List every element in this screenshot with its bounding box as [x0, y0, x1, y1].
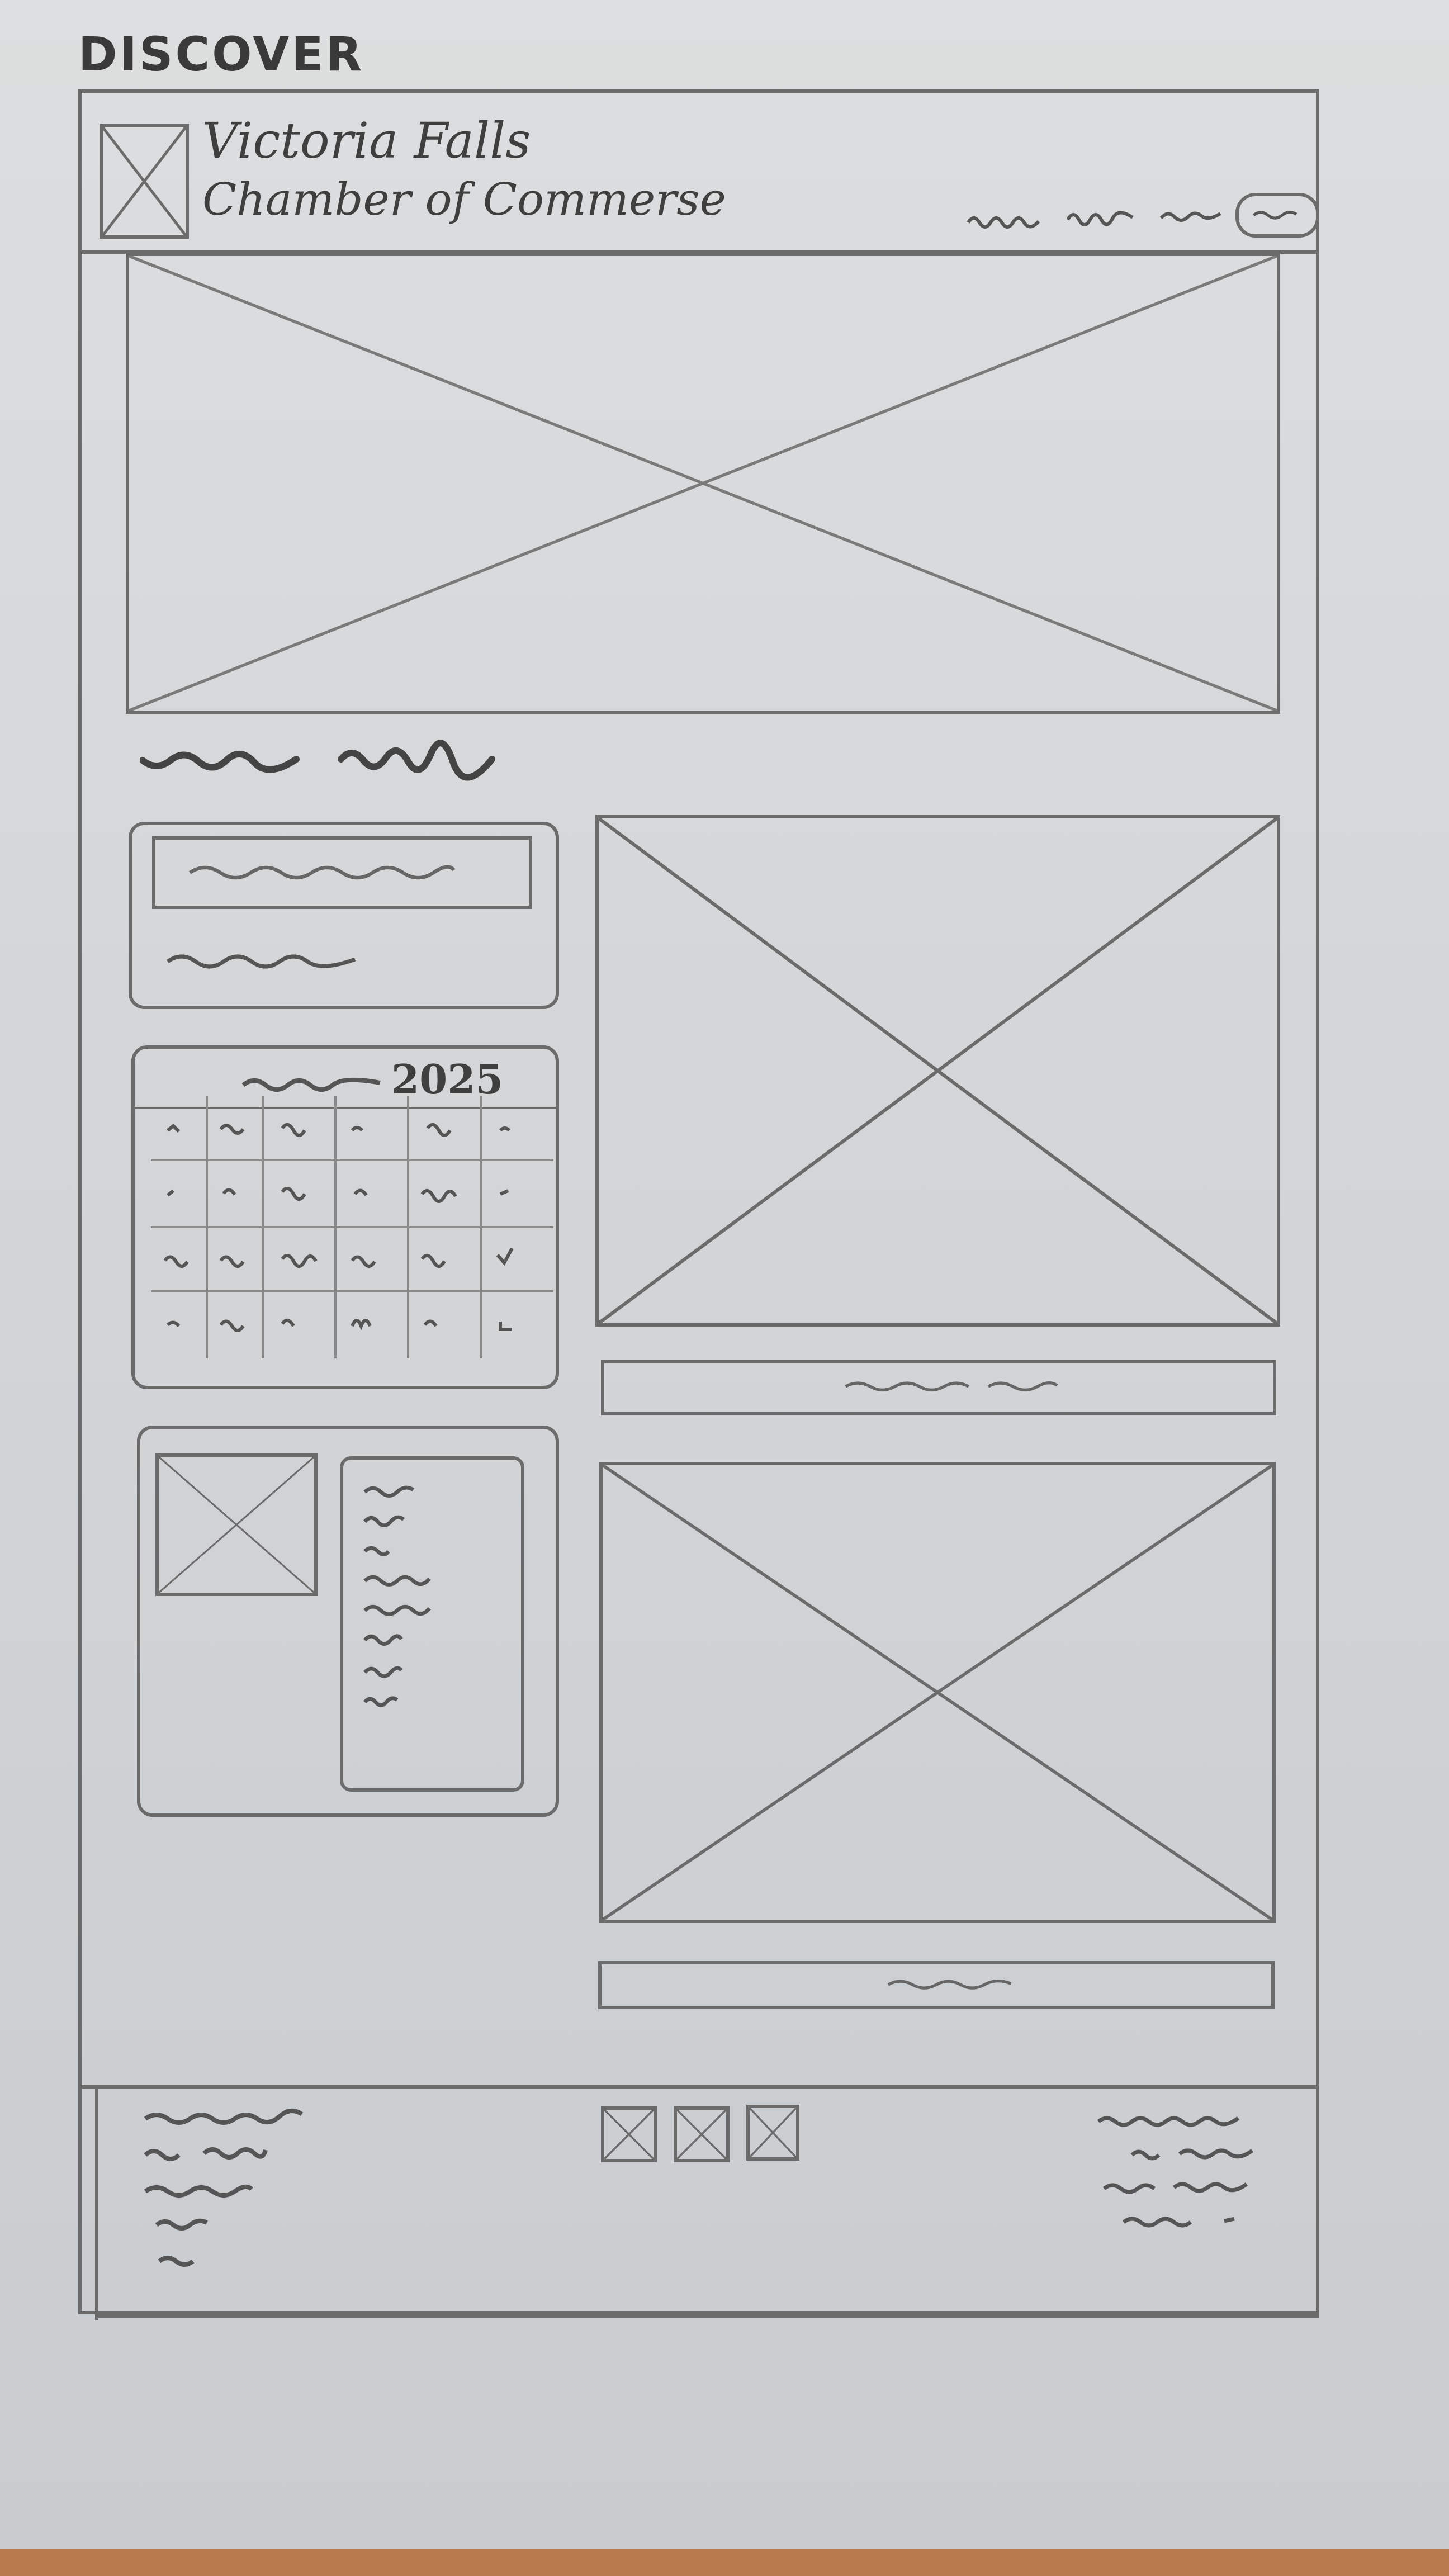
featured-image-1[interactable]	[595, 815, 1280, 1327]
footer-divider	[78, 2085, 1319, 2089]
section-heading	[140, 738, 498, 783]
social-icon-2[interactable]	[674, 2106, 730, 2162]
table-edge	[0, 2549, 1449, 2576]
search-input[interactable]	[152, 836, 532, 909]
featured-caption-2[interactable]	[598, 1961, 1275, 2009]
hero-image	[126, 253, 1280, 714]
logo-icon[interactable]	[100, 124, 189, 239]
info-card-image	[155, 1453, 318, 1596]
footer-bottom	[95, 2314, 1319, 2318]
info-card-list[interactable]	[340, 1456, 524, 1792]
nav-link-1[interactable]	[967, 207, 1040, 229]
menu-button[interactable]	[1235, 193, 1319, 238]
nav-link-2[interactable]	[1067, 204, 1134, 226]
org-name-line1: Victoria Falls	[202, 112, 531, 169]
social-icon-1[interactable]	[601, 2106, 657, 2162]
footer-links-left[interactable]	[143, 2102, 366, 2281]
org-name-line2: Chamber of Commerse	[202, 173, 726, 225]
calendar-grid[interactable]	[151, 1096, 553, 1358]
search-submit-link[interactable]	[165, 945, 366, 978]
footer-left-edge	[95, 2085, 98, 2320]
featured-caption-1[interactable]	[601, 1360, 1276, 1415]
nav-link-3[interactable]	[1160, 202, 1221, 225]
page-title: DISCOVER	[78, 27, 364, 82]
social-icon-3[interactable]	[746, 2105, 799, 2161]
featured-image-2[interactable]	[599, 1462, 1276, 1923]
calendar-month	[240, 1065, 386, 1098]
footer-contact-right	[1096, 2105, 1280, 2250]
